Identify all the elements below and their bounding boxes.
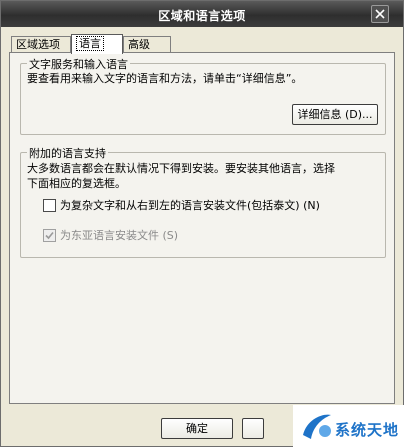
tab-regional-options[interactable]: 区域选项	[11, 36, 71, 53]
east-asian-checkbox[interactable]	[43, 229, 56, 242]
complex-script-label[interactable]: 为复杂文字和从右到左的语言安装文件(包括泰文) (N)	[60, 199, 320, 212]
supplemental-language-group: 附加的语言支持 大多数语言都会在默认情况下得到安装。要安装其他语言，选择 下面相…	[20, 145, 386, 258]
group-description-line2: 下面相应的复选框。	[27, 177, 126, 190]
watermark-logo-icon	[303, 414, 331, 439]
close-button[interactable]	[371, 5, 389, 23]
dialog-window: 区域和语言选项 区域选项 语言 高级 文字服务和输入语言 要查看用来输入文字的语…	[0, 0, 404, 448]
group-description-line1: 大多数语言都会在默认情况下得到安装。要安装其他语言，选择	[27, 162, 335, 175]
watermark-text: 系统天地	[335, 421, 400, 439]
tab-languages[interactable]: 语言	[71, 34, 123, 54]
tab-advanced[interactable]: 高级	[123, 36, 171, 53]
east-asian-label[interactable]: 为东亚语言安装文件 (S)	[60, 229, 178, 242]
text-services-group: 文字服务和输入语言 要查看用来输入文字的语言和方法，请单击“详细信息”。 详细信…	[20, 56, 386, 135]
languages-tab-panel: 文字服务和输入语言 要查看用来输入文字的语言和方法，请单击“详细信息”。 详细信…	[9, 52, 395, 404]
group-description: 要查看用来输入文字的语言和方法，请单击“详细信息”。	[27, 72, 303, 85]
complex-script-checkbox[interactable]	[43, 199, 56, 212]
group-title: 文字服务和输入语言	[27, 56, 130, 72]
tab-label: 区域选项	[16, 38, 60, 51]
ok-button[interactable]: 确定	[161, 418, 233, 439]
tab-label: 高级	[128, 38, 150, 51]
details-button[interactable]: 详细信息 (D)...	[292, 104, 378, 125]
title-bar[interactable]: 区域和语言选项	[1, 1, 403, 27]
watermark-logo: 系统天地	[293, 405, 404, 448]
close-icon	[375, 9, 385, 19]
window-title: 区域和语言选项	[158, 9, 246, 23]
tab-label: 语言	[76, 36, 104, 51]
cancel-button[interactable]	[242, 418, 264, 439]
group-title: 附加的语言支持	[27, 145, 108, 161]
checkmark-icon	[45, 231, 54, 240]
